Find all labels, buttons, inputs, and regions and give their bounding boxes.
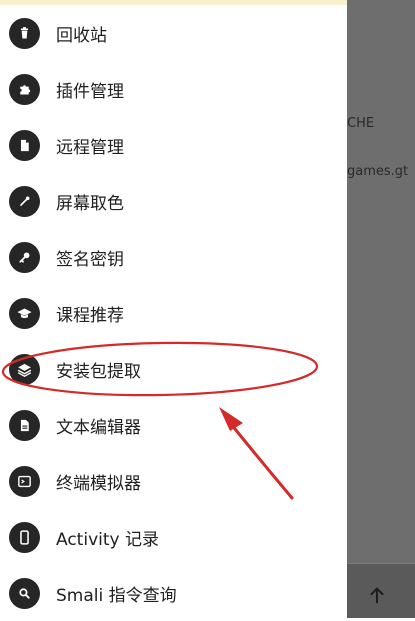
menu-item-smali-lookup[interactable]: Smali 指令查询 <box>0 565 347 621</box>
graduation-cap-icon <box>9 297 40 329</box>
menu-item-label: 插件管理 <box>56 81 124 102</box>
menu-item-label: 屏幕取色 <box>56 193 124 214</box>
menu-item-label: 文本编辑器 <box>56 417 141 438</box>
menu-item-apk-extract[interactable]: 安装包提取 <box>0 341 347 397</box>
eyedropper-icon <box>9 185 40 217</box>
menu-item-label: 远程管理 <box>56 137 124 158</box>
menu-item-label: Activity 记录 <box>56 529 159 550</box>
menu-item-terminal-emulator[interactable]: 终端模拟器 <box>0 453 347 509</box>
menu-item-label: 安装包提取 <box>56 361 141 382</box>
search-icon <box>9 577 40 609</box>
terminal-icon <box>9 465 40 497</box>
puzzle-icon <box>9 73 40 105</box>
document-icon <box>9 409 40 441</box>
menu-item-label: Smali 指令查询 <box>56 585 177 606</box>
menu-item-text-editor[interactable]: 文本编辑器 <box>0 397 347 453</box>
background-text: CHE <box>347 116 375 131</box>
menu-item-plugin-manager[interactable]: 插件管理 <box>0 61 347 117</box>
key-icon <box>9 241 40 273</box>
menu-item-signing-keys[interactable]: 签名密钥 <box>0 229 347 285</box>
drawer-scrim[interactable] <box>347 0 415 617</box>
menu-item-label: 签名密钥 <box>56 249 124 270</box>
file-icon <box>9 129 40 161</box>
menu-item-label: 课程推荐 <box>56 305 124 326</box>
menu-item-activity-log[interactable]: Activity 记录 <box>0 509 347 565</box>
menu-item-label: 回收站 <box>56 25 107 46</box>
arrow-up-icon[interactable] <box>366 584 388 606</box>
menu-item-course-recommend[interactable]: 课程推荐 <box>0 285 347 341</box>
layers-icon <box>9 353 40 385</box>
menu-item-remote-manager[interactable]: 远程管理 <box>0 117 347 173</box>
menu-item-color-picker[interactable]: 屏幕取色 <box>0 173 347 229</box>
phone-icon <box>9 521 40 553</box>
navigation-drawer: 回收站 插件管理 远程管理 屏幕取色 签名密钥 课程推荐 安装包提取 文本编辑器… <box>0 0 347 617</box>
trash-icon <box>9 17 40 49</box>
menu-item-recycle-bin[interactable]: 回收站 <box>0 5 347 61</box>
background-text: games.gt <box>347 164 409 179</box>
menu-item-label: 终端模拟器 <box>56 473 141 494</box>
